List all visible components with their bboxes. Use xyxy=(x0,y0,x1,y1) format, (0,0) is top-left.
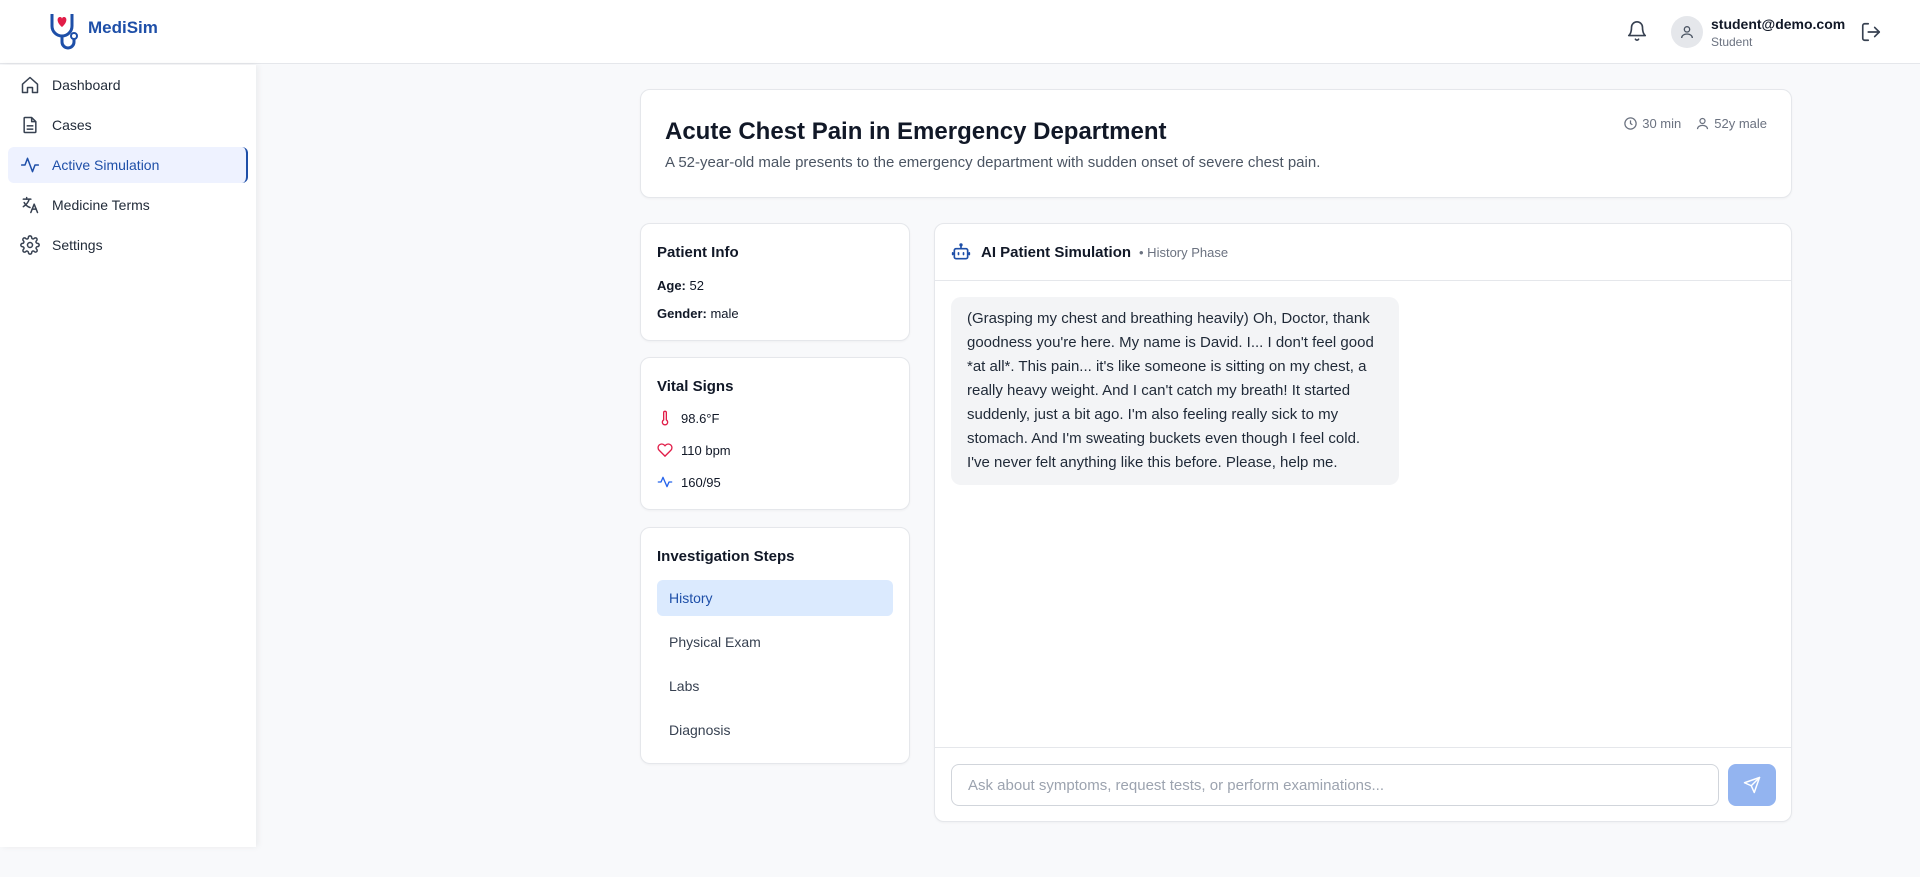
step-diagnosis[interactable]: Diagnosis xyxy=(657,712,893,748)
send-button[interactable] xyxy=(1728,764,1776,806)
sidebar-item-cases[interactable]: Cases xyxy=(8,107,248,143)
sidebar: Dashboard Cases Active Simulation Medici… xyxy=(0,65,256,847)
case-meta: 30 min 52y male xyxy=(1623,116,1767,131)
bell-icon[interactable] xyxy=(1626,20,1648,42)
age-value: 52 xyxy=(689,278,704,293)
thermometer-icon xyxy=(661,410,669,426)
step-history[interactable]: History xyxy=(657,580,893,616)
chat-title: AI Patient Simulation xyxy=(981,243,1132,261)
case-patient-summary: 52y male xyxy=(1714,116,1767,131)
translate-icon xyxy=(22,196,39,214)
investigation-steps-title: Investigation Steps xyxy=(657,548,795,565)
bot-icon xyxy=(951,243,971,260)
age-label: Age: xyxy=(657,278,686,293)
patient-age: Age: 52 xyxy=(657,278,704,293)
vital-temperature: 98.6°F xyxy=(657,410,719,426)
user-icon xyxy=(1681,26,1693,39)
step-physical-exam[interactable]: Physical Exam xyxy=(657,624,893,660)
patient-info-card: Patient Info Age: 52 Gender: male xyxy=(640,223,910,341)
case-duration: 30 min xyxy=(1642,116,1682,131)
user-icon xyxy=(1697,117,1709,130)
vital-blood-pressure: 160/95 xyxy=(657,474,721,490)
ai-patient-simulation-panel: AI Patient Simulation • History Phase (G… xyxy=(934,223,1792,822)
heart-rate-value: 110 bpm xyxy=(681,442,731,458)
sidebar-item-medicine-terms[interactable]: Medicine Terms xyxy=(8,187,248,223)
sidebar-item-dashboard[interactable]: Dashboard xyxy=(8,67,248,103)
medisim-logo[interactable]: MediSim xyxy=(46,10,158,54)
sidebar-item-settings[interactable]: Settings xyxy=(8,227,248,263)
user-email: student@demo.com xyxy=(1711,16,1846,32)
top-header: MediSim student@demo.com Student xyxy=(0,0,1920,64)
stethoscope-logo-icon xyxy=(50,14,78,50)
file-icon xyxy=(23,116,37,134)
vital-signs-card: Vital Signs 98.6°F 110 bpm 160/95 xyxy=(640,357,910,510)
logout-icon[interactable] xyxy=(1860,21,1882,43)
patient-message: (Grasping my chest and breathing heavily… xyxy=(951,297,1399,485)
sidebar-item-label: Medicine Terms xyxy=(52,197,150,213)
sidebar-item-label: Active Simulation xyxy=(52,157,160,173)
vital-heart-rate: 110 bpm xyxy=(657,442,731,458)
gender-label: Gender: xyxy=(657,306,707,321)
chat-header: AI Patient Simulation • History Phase xyxy=(935,224,1791,281)
app-name: MediSim xyxy=(88,18,158,37)
sidebar-item-label: Settings xyxy=(52,237,103,253)
home-icon xyxy=(21,76,39,94)
investigation-steps-card: Investigation Steps History Physical Exa… xyxy=(640,527,910,764)
avatar[interactable] xyxy=(1671,16,1703,48)
case-description: A 52-year-old male presents to the emerg… xyxy=(665,154,1321,171)
case-title: Acute Chest Pain in Emergency Department xyxy=(665,118,1167,145)
gender-value: male xyxy=(710,306,739,321)
chat-footer xyxy=(935,747,1791,821)
case-header-card: Acute Chest Pain in Emergency Department… xyxy=(640,89,1792,198)
activity-icon xyxy=(657,476,673,488)
user-role: Student xyxy=(1711,35,1753,49)
heart-icon xyxy=(657,443,673,458)
activity-icon xyxy=(20,157,40,173)
clock-icon xyxy=(1624,117,1637,130)
chat-phase: • History Phase xyxy=(1139,244,1229,260)
gear-icon xyxy=(20,235,40,255)
send-icon xyxy=(1743,776,1761,794)
patient-info-title: Patient Info xyxy=(657,244,739,261)
vital-signs-title: Vital Signs xyxy=(657,378,734,395)
step-labs[interactable]: Labs xyxy=(657,668,893,704)
sidebar-item-active-simulation[interactable]: Active Simulation xyxy=(8,147,248,183)
temperature-value: 98.6°F xyxy=(681,410,720,426)
patient-gender: Gender: male xyxy=(657,306,739,321)
sidebar-item-label: Dashboard xyxy=(52,77,121,93)
sidebar-item-label: Cases xyxy=(52,117,92,133)
blood-pressure-value: 160/95 xyxy=(681,474,721,490)
chat-input[interactable] xyxy=(951,764,1719,806)
